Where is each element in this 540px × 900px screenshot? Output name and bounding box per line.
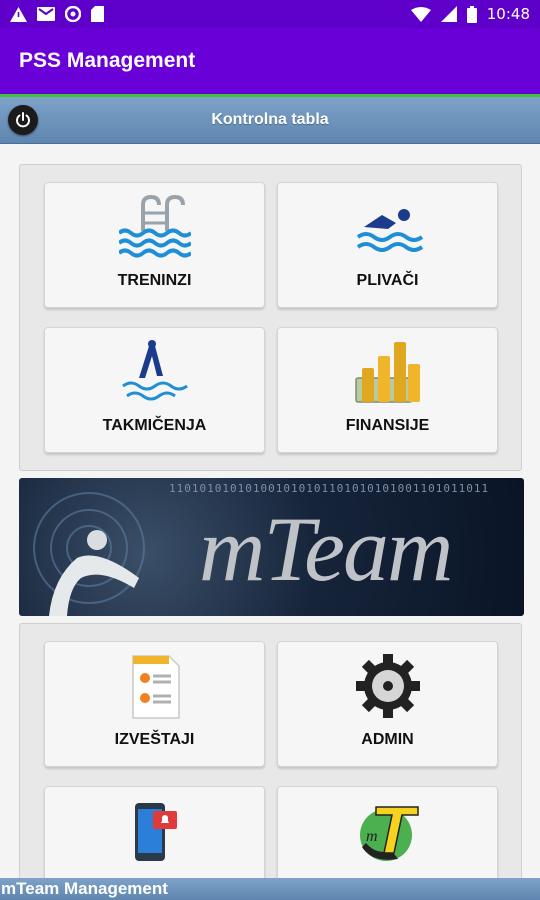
footer-title: mTeam Management (1, 879, 168, 898)
footer-bar: mTeam Management (0, 878, 540, 900)
power-icon (16, 112, 30, 128)
subheader: Kontrolna tabla (0, 97, 540, 144)
swimmer-figure-icon (33, 492, 145, 616)
banner-brand-text: mTeam (199, 498, 453, 600)
diver-icon (121, 340, 188, 401)
warning-icon (10, 6, 27, 22)
menu-panel-top: TRENINZI PLIVAČI TAKMIČENJA FINANSIJE (19, 164, 522, 471)
banner-binary-text: 1101010101010010101011010101010011010110… (169, 482, 490, 495)
status-icons-right: 10:48 (410, 5, 530, 23)
tile-finansije[interactable]: FINANSIJE (277, 327, 498, 453)
swimmer-icon (356, 209, 423, 252)
status-bar: 10:48 (0, 0, 540, 28)
gmail-icon (37, 7, 55, 21)
app-title: PSS Management (19, 49, 196, 72)
wifi-icon (410, 6, 431, 22)
circle-icon (65, 6, 81, 22)
page-title: Kontrolna tabla (211, 111, 329, 128)
gear-icon (355, 654, 420, 718)
status-icons-left (10, 6, 104, 22)
coins-money-icon (354, 342, 420, 403)
pool-ladder-icon (118, 194, 191, 258)
tile-plivaci[interactable]: PLIVAČI (277, 182, 498, 308)
tile-label: TRENINZI (117, 272, 192, 289)
app-bar: PSS Management (0, 28, 540, 94)
tile-admin[interactable]: ADMIN (277, 641, 498, 767)
menu-panel-bottom: IZVEŠTAJI ADMIN m (19, 623, 522, 900)
tile-label: IZVEŠTAJI (114, 731, 195, 748)
tile-izvestaji[interactable]: IZVEŠTAJI (44, 641, 265, 767)
tile-label: PLIVAČI (356, 272, 419, 289)
svg-text:m: m (366, 828, 378, 845)
tile-label: ADMIN (361, 731, 414, 748)
tile-label: FINANSIJE (345, 417, 430, 434)
report-document-icon (131, 655, 180, 719)
tile-label: TAKMIČENJA (102, 417, 207, 434)
tile-takmicenja[interactable]: TAKMIČENJA (44, 327, 265, 453)
tile-treninzi[interactable]: TRENINZI (44, 182, 265, 308)
mteam-banner: 1101010101010010101011010101010011010110… (19, 478, 524, 616)
power-button[interactable] (8, 105, 38, 135)
mteam-logo-icon: m (359, 806, 419, 861)
sd-card-icon (91, 6, 104, 22)
signal-icon (440, 6, 457, 22)
clock: 10:48 (486, 5, 530, 23)
battery-icon (466, 5, 477, 23)
phone-notification-icon (134, 803, 177, 861)
